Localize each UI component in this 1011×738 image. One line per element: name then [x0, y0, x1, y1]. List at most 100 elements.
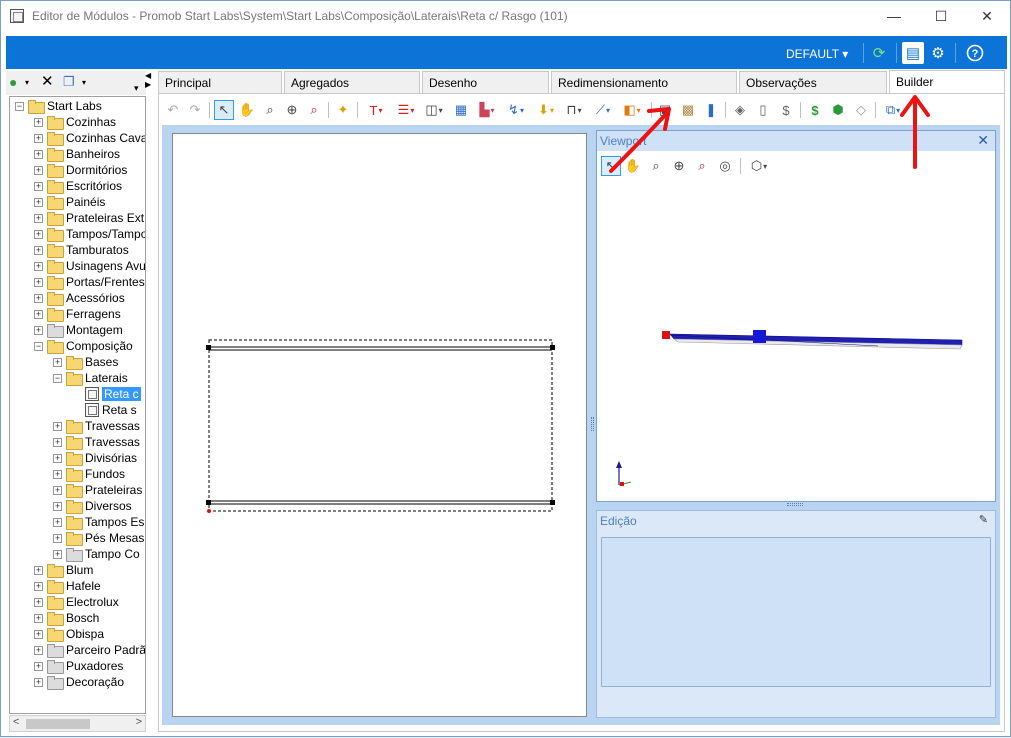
- vertical-splitter[interactable]: [591, 417, 594, 431]
- tab-observacoes[interactable]: Observações: [739, 71, 887, 93]
- pin-icon[interactable]: ✎: [979, 513, 988, 526]
- new-item-icon[interactable]: ✦: [333, 100, 353, 120]
- tab-agregados[interactable]: Agregados: [284, 71, 420, 93]
- minimize-button[interactable]: —: [871, 1, 917, 31]
- tree-item[interactable]: − Composição: [34, 338, 133, 354]
- collapse-icon[interactable]: −: [53, 373, 62, 383]
- expand-right-icon[interactable]: ▶: [145, 80, 151, 89]
- viewport-zoom-window-icon[interactable]: ⌕: [692, 156, 712, 176]
- viewport-select-icon[interactable]: ↖: [601, 156, 621, 176]
- expand-icon[interactable]: +: [34, 133, 43, 143]
- scroll-right-icon[interactable]: >: [136, 716, 142, 728]
- tab-redimensionamento[interactable]: Redimensionamento: [551, 71, 737, 93]
- viewport-close-icon[interactable]: ✕: [977, 132, 989, 149]
- copy-dropdown-icon[interactable]: ▾: [82, 78, 86, 87]
- tree-item[interactable]: + Blum: [34, 562, 93, 578]
- maximize-button[interactable]: ☐: [918, 1, 964, 31]
- panel-scroll-down-icon[interactable]: ▾: [134, 83, 139, 94]
- tree-item[interactable]: − Start Labs: [15, 98, 102, 114]
- tree-item[interactable]: Reta c: [72, 386, 141, 402]
- expand-icon[interactable]: +: [34, 309, 43, 319]
- expand-icon[interactable]: +: [34, 165, 43, 175]
- tree-item[interactable]: + Parceiro Padrã: [34, 642, 145, 658]
- expand-icon[interactable]: +: [34, 181, 43, 191]
- viewport-orbit-icon[interactable]: ◎: [715, 156, 735, 176]
- pan-hand-icon[interactable]: ✋: [237, 100, 257, 120]
- expand-icon[interactable]: +: [53, 421, 62, 431]
- tree-item[interactable]: + Escritórios: [34, 178, 122, 194]
- tree-item[interactable]: + Ferragens: [34, 306, 121, 322]
- settings-icon[interactable]: ⚙: [927, 42, 949, 64]
- back-dropdown-icon[interactable]: ▾: [25, 78, 29, 87]
- expand-icon[interactable]: +: [53, 501, 62, 511]
- tree-item[interactable]: − Laterais: [53, 370, 128, 386]
- expand-icon[interactable]: +: [34, 597, 43, 607]
- frame-tool-icon[interactable]: ⊓: [561, 100, 587, 120]
- expand-icon[interactable]: +: [34, 117, 43, 127]
- expand-icon[interactable]: +: [34, 197, 43, 207]
- tree-item[interactable]: + Tampo Co: [53, 546, 140, 562]
- tab-desenho[interactable]: Desenho: [422, 71, 549, 93]
- money-bag-icon[interactable]: $: [776, 100, 796, 120]
- expand-icon[interactable]: +: [53, 453, 62, 463]
- shelf-tool-icon[interactable]: ☰: [393, 100, 419, 120]
- collapse-icon[interactable]: −: [15, 101, 24, 111]
- expand-icon[interactable]: +: [34, 325, 43, 335]
- tree-item[interactable]: + Usinagens Avu: [34, 258, 145, 274]
- tree-item[interactable]: + Travessas: [53, 434, 140, 450]
- tree-item[interactable]: Reta s: [72, 402, 137, 418]
- side-panel-tool-icon[interactable]: ◫: [421, 100, 447, 120]
- zoom-window-icon[interactable]: ⌕: [304, 100, 324, 120]
- 3d-box-icon[interactable]: ◈: [730, 100, 750, 120]
- window-layout-icon[interactable]: ⧉: [879, 100, 907, 120]
- tree-item[interactable]: + Acessórios: [34, 290, 125, 306]
- expand-icon[interactable]: +: [34, 245, 43, 255]
- tree-item[interactable]: + Tampos/Tampo: [34, 226, 145, 242]
- back-icon[interactable]: ●: [9, 74, 17, 90]
- tree-item[interactable]: + Painéis: [34, 194, 105, 210]
- box-refresh-icon[interactable]: ⬢: [828, 100, 848, 120]
- cabinet-icon[interactable]: ▯: [753, 100, 773, 120]
- tree-item[interactable]: + Bases: [53, 354, 118, 370]
- tree-item[interactable]: + Tampos Es: [53, 514, 144, 530]
- viewport-pan-icon[interactable]: ✋: [623, 156, 643, 176]
- expand-icon[interactable]: +: [34, 581, 43, 591]
- columns-icon[interactable]: ❚: [701, 100, 721, 120]
- tree-item[interactable]: + Bosch: [34, 610, 99, 626]
- expand-icon[interactable]: +: [53, 437, 62, 447]
- help-icon[interactable]: ?: [964, 42, 986, 64]
- expand-icon[interactable]: +: [34, 149, 43, 159]
- collapse-icon[interactable]: −: [34, 341, 43, 351]
- zoom-in-icon[interactable]: ⊕: [282, 100, 302, 120]
- expand-icon[interactable]: +: [53, 485, 62, 495]
- expand-icon[interactable]: +: [53, 469, 62, 479]
- tree-item[interactable]: + Prateleiras: [53, 482, 142, 498]
- undo-icon[interactable]: ↶: [163, 100, 183, 120]
- viewport-zoom-extents-icon[interactable]: ⌕: [646, 156, 666, 176]
- viewport-zoom-in-icon[interactable]: ⊕: [669, 156, 689, 176]
- tree-item[interactable]: + Obispa: [34, 626, 104, 642]
- expand-icon[interactable]: +: [34, 613, 43, 623]
- drawing-2d-canvas[interactable]: [172, 133, 587, 717]
- tree-item[interactable]: + Banheiros: [34, 146, 120, 162]
- dimension-tool-icon[interactable]: ↯: [503, 100, 529, 120]
- copy-icon[interactable]: ❐: [63, 74, 75, 90]
- panel-layout-icon[interactable]: ▤: [902, 42, 924, 64]
- select-pointer-icon[interactable]: ↖: [214, 100, 234, 120]
- expand-icon[interactable]: +: [34, 213, 43, 223]
- zoom-extents-icon[interactable]: ⌕: [260, 100, 280, 120]
- tree-item[interactable]: + Portas/Frentes: [34, 274, 145, 290]
- scroll-left-icon[interactable]: <: [13, 716, 19, 728]
- scrollbar-thumb[interactable]: [26, 719, 90, 729]
- profile-dropdown[interactable]: DEFAULT ▾: [786, 47, 848, 61]
- expand-icon[interactable]: +: [34, 677, 43, 687]
- line-tool-icon[interactable]: ⟋: [590, 100, 616, 120]
- expand-icon[interactable]: +: [53, 533, 62, 543]
- eraser-icon[interactable]: ◇: [851, 100, 871, 120]
- expand-icon[interactable]: +: [53, 357, 62, 367]
- material-tool-icon[interactable]: ◧: [619, 100, 645, 120]
- price-icon[interactable]: $: [805, 100, 825, 120]
- horizontal-splitter[interactable]: [787, 503, 803, 506]
- tree-item[interactable]: + Cozinhas Cava: [34, 130, 145, 146]
- tab-principal[interactable]: Principal: [158, 71, 282, 93]
